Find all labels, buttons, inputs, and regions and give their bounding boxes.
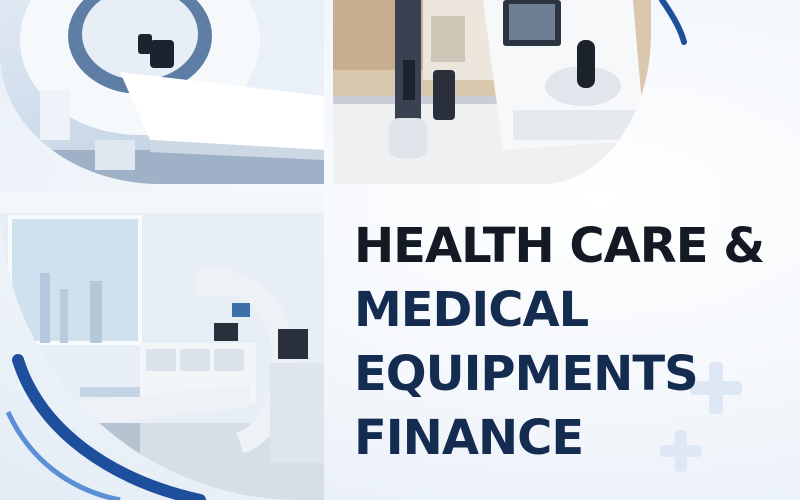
headline-line-4: FINANCE [354, 410, 584, 466]
finance-banner: HEALTH CARE & MEDICAL EQUIPMENTS FINANCE [0, 0, 800, 500]
headline-line-2: MEDICAL [354, 282, 589, 338]
headline-line-3: EQUIPMENTS [354, 346, 699, 402]
headline: HEALTH CARE & MEDICAL EQUIPMENTS FINANCE [354, 214, 765, 470]
hospital-room-photo [0, 193, 324, 500]
headline-line-1: HEALTH CARE & [354, 218, 765, 274]
ophthalmic-equipment-photo [333, 0, 651, 184]
ct-scanner-photo [0, 0, 324, 184]
